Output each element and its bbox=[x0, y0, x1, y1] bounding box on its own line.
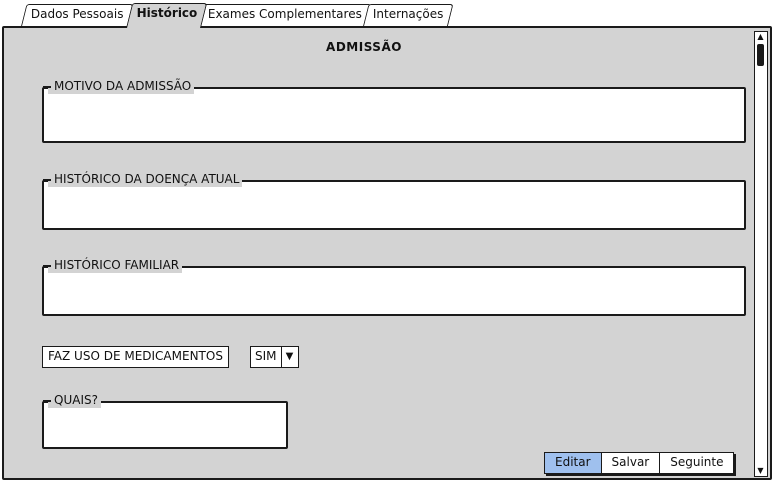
section-title: ADMISSÃO bbox=[326, 40, 402, 54]
seguinte-button[interactable]: Seguinte bbox=[660, 453, 734, 473]
action-button-bar: Editar Salvar Seguinte bbox=[544, 452, 735, 474]
tab-exames-complementares[interactable]: Exames Complementares bbox=[198, 4, 372, 26]
faz-uso-medicamentos-label: FAZ USO DE MEDICAMENTOS bbox=[42, 346, 229, 368]
motivo-admissao-label: MOTIVO DA ADMISSÃO bbox=[48, 78, 195, 94]
quais-label: QUAIS? bbox=[48, 392, 101, 408]
historico-familiar-label: HISTÓRICO FAMILIAR bbox=[48, 257, 183, 273]
historico-panel: ADMISSÃO MOTIVO DA ADMISSÃO HISTÓRICO DA… bbox=[2, 26, 772, 480]
historico-familiar-field[interactable]: HISTÓRICO FAMILIAR bbox=[42, 257, 746, 316]
tab-dados-pessoais[interactable]: Dados Pessoais bbox=[21, 4, 134, 26]
editar-button[interactable]: Editar bbox=[545, 453, 602, 473]
vertical-scrollbar[interactable]: ▲ ▼ bbox=[754, 31, 768, 477]
scroll-up-icon[interactable]: ▲ bbox=[755, 32, 766, 42]
quais-field[interactable]: QUAIS? bbox=[42, 392, 288, 449]
tab-historico[interactable]: Histórico bbox=[126, 3, 207, 28]
chevron-down-icon[interactable]: ▼ bbox=[282, 347, 298, 367]
medicamentos-select[interactable]: SIM ▼ bbox=[250, 346, 299, 368]
medicamentos-selected-value: SIM bbox=[251, 347, 282, 367]
tab-label: Exames Complementares bbox=[207, 7, 362, 21]
tab-label: Dados Pessoais bbox=[30, 7, 124, 21]
tab-label: Internações bbox=[372, 7, 444, 21]
tab-label: Histórico bbox=[136, 6, 198, 20]
salvar-button[interactable]: Salvar bbox=[601, 453, 661, 473]
historico-doenca-atual-label: HISTÓRICO DA DOENÇA ATUAL bbox=[48, 171, 243, 187]
scroll-down-icon[interactable]: ▼ bbox=[755, 466, 766, 476]
tab-bar: Dados Pessoais Histórico Exames Compleme… bbox=[0, 0, 773, 28]
tab-internacoes[interactable]: Internações bbox=[363, 4, 453, 26]
scroll-thumb[interactable] bbox=[757, 44, 764, 66]
motivo-admissao-field[interactable]: MOTIVO DA ADMISSÃO bbox=[42, 78, 746, 143]
historico-doenca-atual-field[interactable]: HISTÓRICO DA DOENÇA ATUAL bbox=[42, 171, 746, 230]
